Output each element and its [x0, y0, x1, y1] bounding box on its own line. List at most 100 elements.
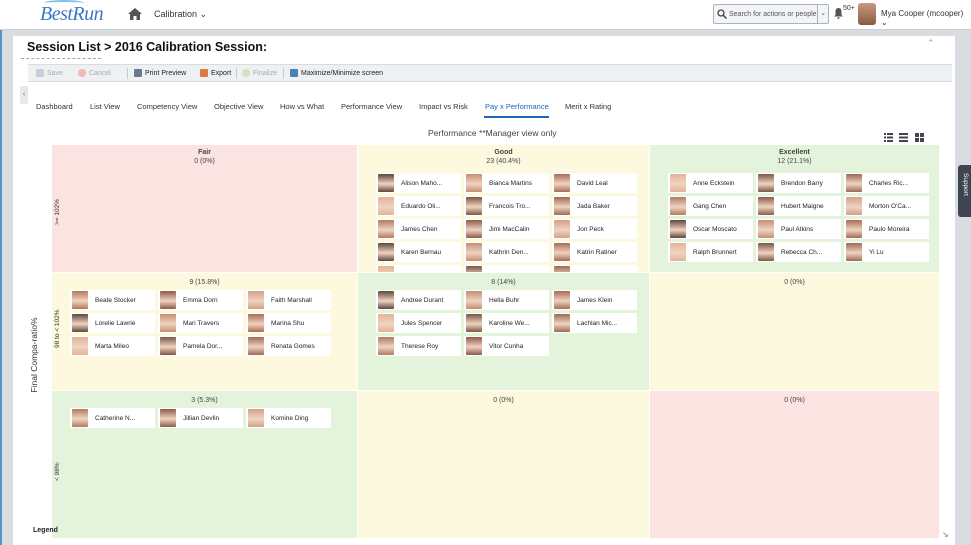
list-view-icon[interactable]	[884, 133, 893, 142]
employee-card[interactable]: Jules Spencer	[376, 313, 461, 333]
tab-list-view[interactable]: List View	[90, 102, 120, 111]
employee-card[interactable]: Morton O'Ca...	[844, 196, 929, 216]
employee-card[interactable]: Brendon Barry	[756, 173, 841, 193]
employee-photo	[466, 337, 482, 355]
employee-card[interactable]: Rebecca Ch...	[756, 242, 841, 262]
employee-card[interactable]: Mari Travers	[158, 313, 243, 333]
employee-card[interactable]: Renata Gomes	[246, 336, 331, 356]
employee-name: Paul Atkins	[781, 225, 814, 233]
employee-card[interactable]: James Klein	[552, 290, 637, 310]
bell-icon[interactable]	[834, 8, 843, 19]
employee-card[interactable]: Beate Stocker	[70, 290, 155, 310]
employee-card[interactable]: Hubert Maigne	[756, 196, 841, 216]
resize-handle[interactable]: ↘	[942, 530, 949, 539]
finalize-label: Finalize	[253, 69, 278, 77]
employee-card[interactable]: Alison Maho...	[376, 173, 461, 193]
employee-card[interactable]: Yi Lu	[844, 242, 929, 262]
employee-card[interactable]: Faith Marshall	[246, 290, 331, 310]
collapse-icon[interactable]: ⌃	[927, 38, 935, 49]
employee-card[interactable]: Liu Jie	[464, 265, 549, 272]
employee-card[interactable]: Oscar Moscato	[668, 219, 753, 239]
print-preview-button[interactable]: Print Preview	[134, 69, 186, 77]
employee-card[interactable]: Anne Eckstein	[668, 173, 753, 193]
module-menu[interactable]: Calibration ⌄	[154, 9, 207, 20]
employee-card[interactable]: Catherine N...	[70, 408, 155, 428]
employee-name: Katrin Ratiner	[577, 248, 617, 256]
search-placeholder: Search for actions or people	[729, 11, 817, 18]
employee-card[interactable]: Paul Atkins	[756, 219, 841, 239]
user-menu[interactable]: Mya Cooper (mcooper) ⌄	[881, 9, 971, 27]
employee-card[interactable]: Jon Peck	[552, 219, 637, 239]
employee-card[interactable]: Ralph Brunnert	[668, 242, 753, 262]
finalize-button[interactable]: Finalize	[242, 69, 277, 77]
tab-performance-view[interactable]: Performance View	[341, 102, 402, 111]
tab-competency-view[interactable]: Competency View	[137, 102, 197, 111]
employee-card[interactable]: Kathrin Den...	[464, 242, 549, 262]
maximize-button[interactable]: Maximize/Minimize screen	[290, 69, 383, 77]
employee-card[interactable]: Marina Shu	[246, 313, 331, 333]
search-scope-dropdown[interactable]: ⌄	[817, 5, 828, 23]
employee-name: Renata Gomes	[271, 342, 315, 350]
employee-card[interactable]: Paulo Moreira	[844, 219, 929, 239]
employee-card[interactable]: Bianca Martins	[464, 173, 549, 193]
avatar[interactable]	[858, 3, 876, 25]
employee-card[interactable]: Katrin Ratiner	[552, 242, 637, 262]
tab-pay-x-performance[interactable]: Pay x Performance	[485, 102, 549, 111]
employee-card[interactable]: Karoline We...	[464, 313, 549, 333]
employee-card[interactable]: Charles Ric...	[844, 173, 929, 193]
employee-card[interactable]: Eduardo Oli...	[376, 196, 461, 216]
cancel-button[interactable]: Cancel	[78, 69, 111, 77]
employee-name: Alison Maho...	[401, 179, 443, 187]
search-input[interactable]: Search for actions or people ⌄	[713, 4, 829, 24]
employee-card[interactable]: Marta Mileo	[70, 336, 155, 356]
employee-card[interactable]: James Chen	[376, 219, 461, 239]
employee-name: Lachlan Mic...	[577, 319, 618, 327]
employee-card[interactable]: Komine Ding	[246, 408, 331, 428]
save-button[interactable]: Save	[36, 69, 63, 77]
employee-card[interactable]: Vitor Cunha	[464, 336, 549, 356]
grid-title: Performance **Manager view only	[428, 128, 557, 138]
notification-count: 50+	[843, 5, 855, 12]
tab-dashboard[interactable]: Dashboard	[36, 102, 73, 111]
tab-how-vs-what[interactable]: How vs What	[280, 102, 324, 111]
cell-header: 0 (0%)	[650, 277, 939, 286]
home-icon[interactable]	[128, 8, 142, 20]
employee-card[interactable]: Emma Dorn	[158, 290, 243, 310]
employee-card[interactable]: David Leal	[552, 173, 637, 193]
company-logo[interactable]: BestRun	[40, 3, 104, 26]
employee-photo	[378, 266, 394, 272]
tab-impact-vs-risk[interactable]: Impact vs Risk	[419, 102, 468, 111]
side-panel-toggle[interactable]: ‹	[20, 86, 28, 104]
employee-card[interactable]: Francois Tro...	[464, 196, 549, 216]
export-button[interactable]: Export	[200, 69, 231, 77]
employee-name: Anne Eckstein	[693, 179, 735, 187]
print-icon	[134, 69, 142, 77]
employee-card[interactable]: Hella Buhr	[464, 290, 549, 310]
employee-card[interactable]: Therese Roy	[376, 336, 461, 356]
employee-card[interactable]: Pamela Dor...	[158, 336, 243, 356]
employee-photo	[466, 291, 482, 309]
employee-card[interactable]: Jimi MacCalin	[464, 219, 549, 239]
employee-card[interactable]: Karen Bernau	[376, 242, 461, 262]
employee-card[interactable]: Andree Durant	[376, 290, 461, 310]
view-switcher[interactable]	[884, 133, 924, 142]
employee-photo	[72, 291, 88, 309]
employee-photo	[554, 314, 570, 332]
employee-name: Pamela Dor...	[183, 342, 223, 350]
employee-card[interactable]: Lachlan Mic...	[552, 313, 637, 333]
legend-button[interactable]: Legend	[33, 527, 58, 534]
support-tab[interactable]: Support	[958, 165, 971, 217]
employee-card[interactable]: Jillian Devlin	[158, 408, 243, 428]
employee-card[interactable]: Lin Jiang	[376, 265, 461, 272]
window-edge	[0, 30, 2, 545]
grid-view-icon[interactable]	[915, 133, 924, 142]
table-view-icon[interactable]	[899, 133, 908, 142]
employee-card[interactable]: Melissa Main	[552, 265, 637, 272]
employee-card[interactable]: Gang Chen	[668, 196, 753, 216]
tab-objective-view[interactable]: Objective View	[214, 102, 263, 111]
employee-name: Oscar Moscato	[693, 225, 737, 233]
tab-merit-x-rating[interactable]: Merit x Rating	[565, 102, 611, 111]
employee-card[interactable]: Lorelie Lawrie	[70, 313, 155, 333]
employee-card[interactable]: Jada Baker	[552, 196, 637, 216]
toolbar-divider	[283, 68, 284, 79]
